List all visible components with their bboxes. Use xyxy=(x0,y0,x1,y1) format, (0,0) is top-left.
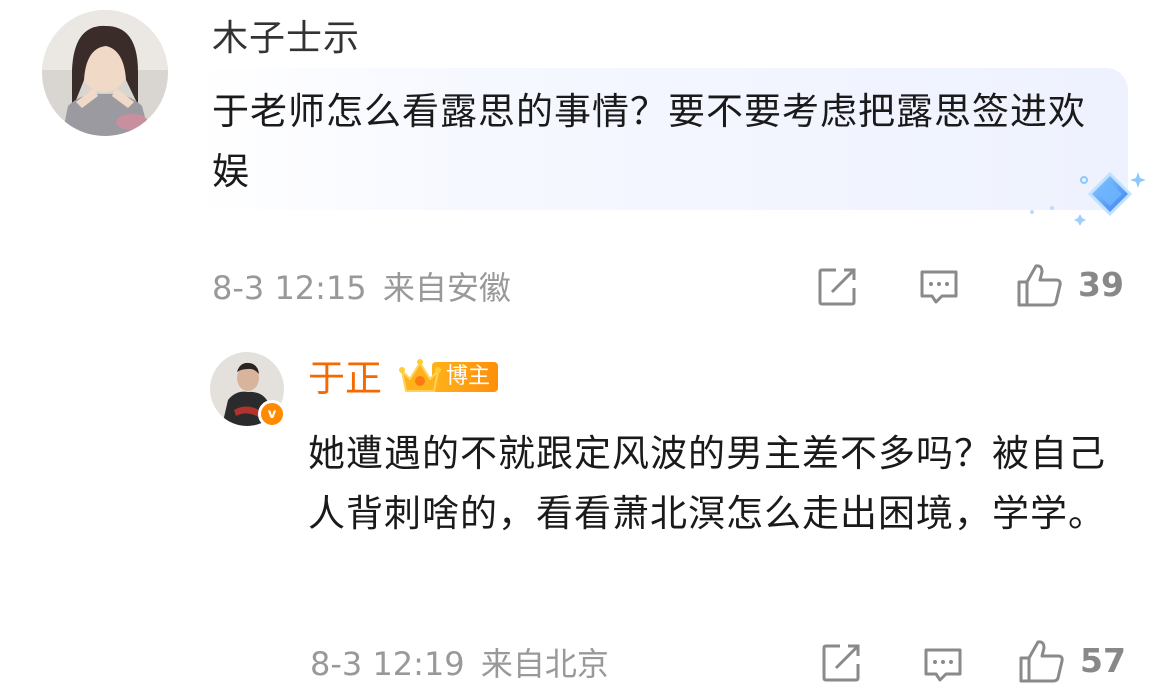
share-icon xyxy=(822,644,860,682)
commenter-avatar[interactable] xyxy=(42,10,168,136)
crown-icon xyxy=(399,359,441,392)
reply-text: 她遭遇的不就跟定风波的男主差不多吗？被自己人背刺啥的，看看萧北溟怎么走出困境，学… xyxy=(308,432,1106,535)
comment-location: 来自安徽 xyxy=(382,269,511,307)
comment-timestamp: 8-3 12:15 xyxy=(212,269,367,307)
reply-meta: 8-3 12:19 来自北京 xyxy=(310,644,609,684)
reply-like-count: 57 xyxy=(1080,641,1126,680)
comment-text: 于老师怎么看露思的事情？要不要考虑把露思签进欢娱 xyxy=(212,90,1086,193)
commenter-name[interactable]: 木子士示 xyxy=(212,16,360,62)
like-icon xyxy=(1017,264,1062,307)
verified-v-icon: v xyxy=(258,400,286,428)
like-count: 39 xyxy=(1078,265,1124,304)
like-icon xyxy=(1019,640,1064,683)
share-icon xyxy=(818,268,856,306)
comment-icon xyxy=(920,270,958,304)
reply-comment-button[interactable] xyxy=(922,646,964,684)
reply-like-button[interactable]: 57 xyxy=(1018,638,1126,684)
reply-location: 来自北京 xyxy=(480,645,609,683)
comment-icon xyxy=(924,648,962,682)
reply-author-name[interactable]: 于正 xyxy=(308,356,382,402)
share-button[interactable] xyxy=(816,266,858,308)
reply-timestamp: 8-3 12:19 xyxy=(310,645,465,683)
reply-share-button[interactable] xyxy=(820,642,862,684)
comment-meta: 8-3 12:15 来自安徽 xyxy=(212,268,511,308)
comment-button[interactable] xyxy=(918,268,960,306)
like-button[interactable]: 39 xyxy=(1016,262,1124,308)
host-badge: 博主 xyxy=(398,357,499,397)
diamond-badge-icon xyxy=(1030,171,1146,226)
